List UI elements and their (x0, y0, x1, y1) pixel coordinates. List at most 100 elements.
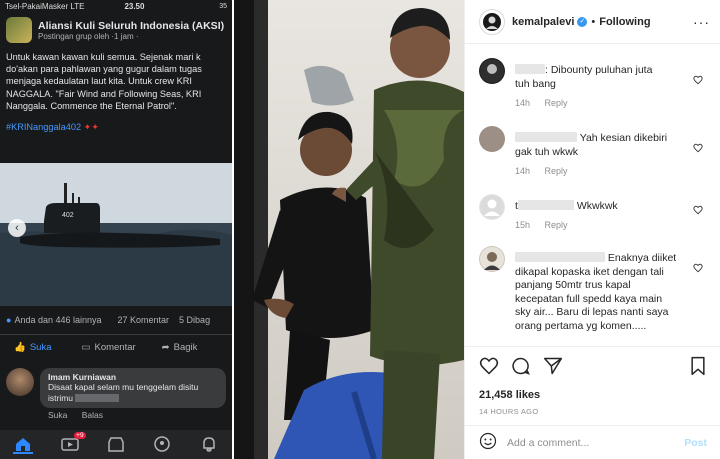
submarine-photo: 402 (0, 163, 232, 306)
post-image: Tsel-PakaiMasker LTE 23.50 35 Aliansi Ku… (0, 0, 464, 459)
comment-avatar[interactable] (479, 58, 505, 84)
likes-count[interactable]: 21,458 likes (465, 381, 720, 401)
more-options-icon[interactable]: ··· (693, 14, 710, 30)
reaction-summary: Anda dan 446 lainnya (14, 315, 102, 325)
following-button[interactable]: Following (599, 16, 650, 28)
redacted-username (517, 200, 574, 210)
comment-avatar[interactable] (479, 194, 505, 220)
comment-body: : Dibounty puluhan juta tuh bang (515, 64, 653, 90)
facebook-screenshot: Tsel-PakaiMasker LTE 23.50 35 Aliansi Ku… (0, 0, 232, 459)
post-date: 14 HOURS AGO (479, 407, 539, 416)
post-line: NAGGALA. "Fair Wind and Following Seas, … (6, 88, 202, 99)
reply-button[interactable]: Reply (545, 98, 568, 108)
phone-status-bar: Tsel-PakaiMasker LTE 23.50 35 (0, 0, 232, 13)
comment-bubble: Imam Kurniawan Disaat kapal selam mu ten… (40, 368, 226, 408)
fb-hashtag: #KRINanggala402 ✦✦ (6, 122, 100, 133)
comment-time: 15h (515, 220, 531, 230)
flag-emoji-icon: ✦✦ (81, 122, 100, 133)
home-tab-icon[interactable] (13, 436, 34, 454)
status-carrier: Tsel-PakaiMasker LTE (5, 2, 85, 11)
people-photo (234, 0, 464, 459)
instagram-sidebar: kemalpalevi ✓ • Following ··· : Dibounty… (464, 0, 720, 459)
comment-avatar[interactable] (479, 246, 505, 272)
hull-number: 402 (62, 212, 74, 219)
post-line: menjaga kedaulatan laut kita. Untuk crew… (6, 76, 192, 87)
comment-like-heart-icon[interactable] (693, 202, 703, 220)
separator-dot: • (591, 15, 596, 28)
group-subtitle: Postingan grup oleh ·1 jam · (38, 31, 139, 41)
comment-body: t Wkwkwk (515, 200, 618, 212)
like-heart-icon[interactable] (479, 356, 499, 381)
commenter-avatar (6, 368, 34, 396)
comment-time: 14h (515, 98, 531, 108)
fb-reactions-row: ● Anda dan 446 lainnya 27 Komentar 5 Dib… (6, 315, 232, 325)
fb-share-button[interactable]: ➦ Bagik (136, 342, 198, 353)
ig-comment-list: : Dibounty puluhan juta tuh bang 14h Rep… (465, 44, 720, 346)
commenter-name: Imam Kurniawan (48, 372, 117, 382)
groups-tab-icon[interactable] (152, 435, 172, 454)
marketplace-tab-icon[interactable] (106, 436, 126, 454)
video-badge: +9 (74, 431, 86, 439)
comment-icon[interactable] (511, 356, 531, 381)
comment-like-heart-icon[interactable] (693, 260, 703, 278)
ig-action-bar (465, 347, 720, 381)
fb-post-header: Aliansi Kuli Seluruh Indonesia (AKSI) Po… (0, 13, 232, 47)
video-tab-icon[interactable]: +9 (60, 431, 86, 454)
comment-like-heart-icon[interactable] (693, 72, 703, 90)
comment-count: 27 Komentar (117, 315, 170, 325)
fb-comment-meta: Suka Balas (48, 410, 103, 420)
fb-like-button[interactable]: 👍 Suka (0, 342, 52, 353)
fb-post-text: Untuk kawan kawan kuli semua. Sejenak ma… (0, 47, 232, 112)
thumbs-up-icon: 👍 (14, 342, 26, 353)
add-comment-bar: Add a comment... Post (465, 425, 720, 459)
share-arrow-icon: ➦ (161, 342, 170, 353)
people-photo-illustration (234, 0, 464, 459)
share-direct-icon[interactable] (543, 356, 563, 381)
group-avatar (6, 17, 32, 43)
comment-body: Yah kesian dikebiri gak tuh wkwk (515, 132, 668, 158)
reply-button[interactable]: Reply (545, 220, 568, 230)
post-line: Nanggala. Commence the Eternal Patrol". (6, 100, 177, 111)
group-name: Aliansi Kuli Seluruh Indonesia (AKSI) (38, 19, 225, 32)
redaction-bar (75, 394, 120, 402)
comment-like-link[interactable]: Suka (48, 410, 67, 420)
share-count: 5 Dibag (179, 315, 211, 325)
comment-like-heart-icon[interactable] (693, 140, 703, 158)
reply-button[interactable]: Reply (545, 166, 568, 176)
status-battery: 35 (219, 3, 227, 10)
redacted-username (515, 132, 577, 142)
comment-time: 14h (515, 166, 531, 176)
comment-avatar[interactable] (479, 126, 505, 152)
post-line: do'akan para pahlawan yang gugur dalam t… (6, 64, 202, 75)
fb-actions-bar: 👍 Suka ▭ Komentar ➦ Bagik (0, 334, 232, 360)
verified-badge-icon: ✓ (577, 16, 588, 27)
comment-meta: 14h Reply (515, 166, 580, 176)
emoji-icon[interactable] (479, 432, 497, 455)
carousel-prev-icon[interactable]: ‹ (8, 219, 26, 237)
post-line: Untuk kawan kawan kuli semua. Sejenak ma… (6, 52, 201, 62)
comment-text: istrimu (48, 393, 218, 404)
comment-meta: 14h Reply (515, 98, 580, 108)
ig-post-footer: 21,458 likes 14 HOURS AGO Add a comment.… (465, 346, 720, 459)
ig-profile-avatar[interactable] (479, 8, 505, 35)
comment-meta: 15h Reply (515, 220, 580, 230)
fb-comment-button[interactable]: ▭ Komentar (52, 342, 136, 353)
redacted-username (515, 252, 605, 262)
like-reaction-icon: ● (6, 315, 12, 325)
submarine-illustration: 402 (0, 163, 232, 306)
comment-reply-link[interactable]: Balas (82, 410, 103, 420)
notifications-tab-icon[interactable] (199, 436, 219, 454)
screenshot-root: Tsel-PakaiMasker LTE 23.50 35 Aliansi Ku… (0, 0, 720, 459)
ig-header: kemalpalevi ✓ • Following ··· (465, 0, 720, 44)
status-time: 23.50 (124, 2, 145, 11)
redacted-username (515, 64, 545, 74)
post-comment-button[interactable]: Post (684, 437, 707, 449)
save-bookmark-icon[interactable] (689, 356, 707, 381)
comment-bubble-icon: ▭ (81, 342, 91, 353)
add-comment-input[interactable]: Add a comment... (507, 437, 684, 449)
comment-body: Enaknya diiket dikapal kopaska iket deng… (515, 252, 677, 332)
fb-tab-bar: +9 (0, 430, 232, 459)
fb-comment: Imam Kurniawan Disaat kapal selam mu ten… (6, 368, 226, 408)
comment-text: Disaat kapal selam mu tenggelam disitu (48, 382, 199, 392)
ig-username[interactable]: kemalpalevi (512, 16, 574, 28)
